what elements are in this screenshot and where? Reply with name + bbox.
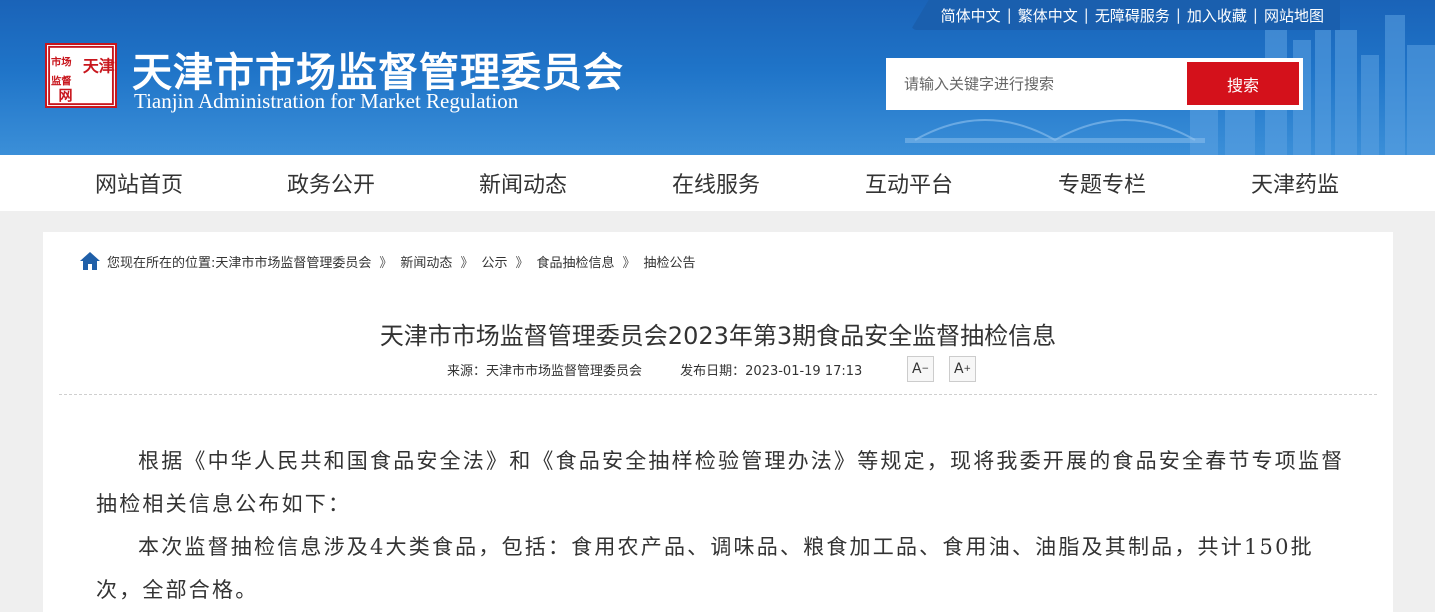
- nav-tianjin-drug-supervision[interactable]: 天津药监: [1251, 167, 1339, 199]
- site-header: 简体中文 | 繁体中文 | 无障碍服务 | 加入收藏 | 网站地图 天津 市场 …: [0, 0, 1435, 155]
- breadcrumb-separator: 》: [515, 255, 529, 271]
- seal-char-1: 天津: [83, 56, 115, 75]
- divider: |: [1006, 6, 1012, 24]
- breadcrumb-item-food-inspection[interactable]: 食品抽检信息: [536, 252, 614, 271]
- font-increase-label: A: [953, 361, 964, 377]
- article-meta: 来源：天津市市场监督管理委员会 发布日期：2023-01-19 17:13: [447, 360, 862, 379]
- nav-home[interactable]: 网站首页: [95, 167, 183, 199]
- breadcrumb-item-home[interactable]: 天津市市场监督管理委员会: [215, 252, 371, 271]
- search-button[interactable]: 搜索: [1187, 62, 1299, 105]
- link-simplified-chinese[interactable]: 简体中文: [941, 5, 1001, 26]
- breadcrumb: 您现在所在的位置: 天津市市场监督管理委员会 》 新闻动态 》 公示 》 食品抽…: [79, 250, 696, 272]
- divider: |: [1252, 6, 1258, 24]
- link-accessibility[interactable]: 无障碍服务: [1095, 5, 1170, 26]
- article-title: 天津市市场监督管理委员会2023年第3期食品安全监督抽检信息: [379, 322, 1057, 350]
- link-site-map[interactable]: 网站地图: [1264, 5, 1324, 26]
- article-paragraph: 本次监督抽检信息涉及4大类食品，包括：食用农产品、调味品、粮食加工品、食用油、油…: [96, 535, 1314, 602]
- divider: |: [1083, 6, 1089, 24]
- nav-government-affairs[interactable]: 政务公开: [287, 167, 375, 199]
- nav-special-topics[interactable]: 专题专栏: [1058, 167, 1146, 199]
- breadcrumb-separator: 》: [622, 255, 636, 271]
- article-body: 根据《中华人民共和国食品安全法》和《食品安全抽样检验管理办法》等规定，现将我委开…: [96, 440, 1346, 612]
- breadcrumb-prefix: 您现在所在的位置:: [107, 255, 216, 271]
- seal-char-2: 市场: [51, 56, 72, 69]
- divider: |: [1175, 6, 1181, 24]
- home-icon[interactable]: [79, 250, 101, 272]
- breadcrumb-separator: 》: [379, 255, 393, 271]
- seal-char-4: 网: [58, 88, 72, 104]
- link-add-favorite[interactable]: 加入收藏: [1187, 5, 1247, 26]
- nav-online-services[interactable]: 在线服务: [672, 167, 760, 199]
- search-box: 搜索: [886, 58, 1303, 110]
- font-decrease-button[interactable]: A −: [907, 356, 934, 382]
- article-source: 来源：天津市市场监督管理委员会: [447, 364, 643, 379]
- article-date: 发布日期：2023-01-19 17:13: [680, 364, 863, 379]
- site-name-en: Tianjin Administration for Market Regula…: [134, 89, 519, 113]
- link-traditional-chinese[interactable]: 繁体中文: [1018, 5, 1078, 26]
- breadcrumb-separator: 》: [460, 255, 474, 271]
- font-decrease-label: A: [911, 361, 922, 377]
- seal-char-3: 监督: [51, 74, 72, 87]
- top-links-bar: 简体中文 | 繁体中文 | 无障碍服务 | 加入收藏 | 网站地图: [910, 0, 1340, 30]
- logo-seal[interactable]: 天津 市场 监督 网: [45, 43, 117, 108]
- article-paragraph: 根据《中华人民共和国食品安全法》和《食品安全抽样检验管理办法》等规定，现将我委开…: [96, 449, 1345, 516]
- font-increase-button[interactable]: A +: [949, 356, 976, 382]
- breadcrumb-item-news[interactable]: 新闻动态: [400, 252, 452, 271]
- nav-interaction[interactable]: 互动平台: [865, 167, 953, 199]
- search-input[interactable]: [886, 64, 1181, 104]
- breadcrumb-item-notice[interactable]: 公示: [481, 252, 507, 271]
- main-nav: 网站首页 政务公开 新闻动态 在线服务 互动平台 专题专栏 天津药监: [0, 155, 1435, 211]
- nav-news[interactable]: 新闻动态: [479, 167, 567, 199]
- article-panel: 您现在所在的位置: 天津市市场监督管理委员会 》 新闻动态 》 公示 》 食品抽…: [43, 232, 1393, 612]
- divider: [59, 394, 1377, 395]
- breadcrumb-item-inspection-notice[interactable]: 抽检公告: [644, 252, 696, 271]
